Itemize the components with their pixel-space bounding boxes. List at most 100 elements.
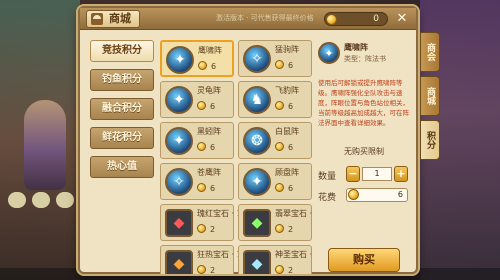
side-tabs: 商会 商城 积分 — [420, 32, 440, 164]
category-enthusiasm[interactable]: 热心值 — [90, 156, 154, 178]
item-price-value: 6 — [288, 184, 294, 193]
shop-item[interactable]: ◆ 翡翠宝石 · 1 2 — [238, 204, 312, 241]
item-name: 神圣宝石 · 1 — [275, 250, 312, 259]
item-price: 6 — [197, 101, 215, 111]
quantity-stepper: − 1 + — [346, 166, 408, 182]
tab-points[interactable]: 积分 — [420, 120, 440, 160]
quantity-input[interactable]: 1 — [362, 167, 392, 181]
chat-bubble-icon[interactable] — [56, 192, 74, 208]
item-grid: ✦ 鹰啸阵 6 ✧ 猛驹阵 6 ✦ 灵龟阵 6 ♞ 飞豹阵 6 ✦ 黑蚓阵 6 ❂ 白鼠阵 6 ✧ 苍鹰阵 6 ✦ 顾盘阵 6… — [160, 40, 312, 274]
tab-mall[interactable]: 商城 — [420, 76, 440, 116]
shop-item[interactable]: ✦ 灵龟阵 6 — [160, 81, 234, 118]
detail-item-name: 鹰啸阵 — [344, 43, 368, 52]
formation-book-icon: ✧ — [165, 168, 193, 196]
shop-icon — [91, 13, 103, 25]
gem-icon: ◆ — [243, 209, 271, 237]
shop-item[interactable]: ✧ 猛驹阵 6 — [238, 40, 312, 77]
item-name: 瑰红宝石 · 1 — [197, 209, 242, 218]
item-grid-container: ✦ 鹰啸阵 6 ✧ 猛驹阵 6 ✦ 灵龟阵 6 ♞ 飞豹阵 6 ✦ 黑蚓阵 6 ❂ 白鼠阵 6 ✧ 苍鹰阵 6 ✦ 顾盘阵 6… — [160, 40, 312, 274]
shop-item[interactable]: ◆ 神圣宝石 · 1 2 — [238, 245, 312, 274]
shop-item[interactable]: ◆ 瑰红宝石 · 1 2 — [160, 204, 242, 241]
item-name: 飞豹阵 — [275, 86, 299, 95]
item-price: 6 — [197, 142, 215, 152]
detail-item-type: 类型：阵法书 — [344, 55, 386, 63]
chat-bubbles — [8, 192, 74, 208]
item-name: 灵龟阵 — [197, 86, 221, 95]
gem-icon: ◆ — [165, 250, 193, 274]
shop-item[interactable]: ◆ 狂热宝石 · 1 2 — [160, 245, 242, 274]
item-name: 顾盘阵 — [275, 168, 299, 177]
item-price-value: 6 — [210, 184, 216, 193]
coin-icon — [275, 142, 284, 151]
coin-icon — [275, 60, 284, 69]
item-price-value: 6 — [210, 102, 216, 111]
detail-description: 使用后可解锁或提升鹰啸阵等级。鹰啸阵强化全队攻击与速度，阵眼位置与角色站位相关，… — [318, 79, 409, 127]
coin-icon — [198, 61, 207, 70]
coin-icon — [348, 189, 359, 200]
shop-item[interactable]: ✦ 黑蚓阵 6 — [160, 122, 234, 159]
player-character — [24, 100, 66, 190]
coin-icon — [197, 265, 206, 274]
formation-book-icon: ✦ — [166, 46, 194, 74]
chat-bubble-icon[interactable] — [8, 192, 26, 208]
quantity-minus-button[interactable]: − — [346, 166, 360, 182]
item-price-value: 6 — [288, 102, 294, 111]
coin-balance: 0 — [324, 12, 388, 26]
shop-item[interactable]: ❂ 白鼠阵 6 — [238, 122, 312, 159]
item-name: 鹰啸阵 — [198, 46, 222, 55]
item-price-value: 2 — [210, 266, 216, 274]
item-price: 2 — [197, 224, 215, 234]
item-price-value: 2 — [210, 225, 216, 234]
quantity-label: 数量 — [318, 172, 337, 182]
close-button[interactable]: ✕ — [394, 11, 410, 27]
coin-icon — [275, 224, 284, 233]
header-tip: 激活版本 · 可代售获得最终价格 — [216, 14, 314, 22]
tab-chamber-of-commerce[interactable]: 商会 — [420, 32, 440, 72]
purchase-limit: 无购买限制 — [344, 147, 384, 156]
coin-icon — [275, 101, 284, 110]
shop-item[interactable]: ✦ 鹰啸阵 6 — [160, 40, 234, 77]
coin-icon — [197, 224, 206, 233]
category-fishing-points[interactable]: 钓鱼积分 — [90, 69, 154, 91]
quantity-plus-button[interactable]: + — [394, 166, 408, 182]
coin-icon — [275, 265, 284, 274]
item-name: 翡翠宝石 · 1 — [275, 209, 312, 218]
coin-icon — [275, 183, 284, 192]
shop-header: 商城 激活版本 · 可代售获得最终价格 0 ✕ — [80, 8, 416, 30]
coin-icon — [197, 183, 206, 192]
coin-icon — [197, 101, 206, 110]
shop-item[interactable]: ✦ 顾盘阵 6 — [238, 163, 312, 200]
item-price: 6 — [198, 61, 216, 71]
item-name: 狂热宝石 · 1 — [197, 250, 242, 259]
formation-book-icon: ♞ — [243, 86, 271, 114]
category-list: 竞技积分 钓鱼积分 融合积分 鲜花积分 热心值 — [90, 40, 154, 185]
shop-item[interactable]: ✧ 苍鹰阵 6 — [160, 163, 234, 200]
coin-icon — [326, 14, 337, 25]
category-flower-points[interactable]: 鲜花积分 — [90, 127, 154, 149]
item-price: 2 — [275, 265, 293, 274]
category-arena-points[interactable]: 竞技积分 — [90, 40, 154, 62]
item-price: 6 — [275, 60, 293, 70]
chat-bubble-icon[interactable] — [32, 192, 50, 208]
coin-icon — [197, 142, 206, 151]
item-name: 白鼠阵 — [275, 127, 299, 136]
item-price-value: 6 — [211, 62, 217, 71]
category-fusion-points[interactable]: 融合积分 — [90, 98, 154, 120]
item-price-value: 6 — [210, 143, 216, 152]
coin-balance-value: 0 — [373, 14, 379, 24]
gem-icon: ◆ — [165, 209, 193, 237]
shop-title-text: 商城 — [109, 12, 131, 25]
item-name: 猛驹阵 — [275, 45, 299, 54]
formation-book-icon: ✧ — [243, 45, 271, 73]
cost-value: 6 — [397, 190, 403, 199]
item-price: 2 — [275, 224, 293, 234]
item-price: 6 — [197, 183, 215, 193]
buy-button[interactable]: 购买 — [328, 248, 400, 272]
item-detail-panel: ✦ 鹰啸阵 类型：阵法书 使用后可解锁或提升鹰啸阵等级。鹰啸阵强化全队攻击与速度… — [318, 38, 410, 274]
item-price-value: 2 — [288, 225, 294, 234]
formation-book-icon: ✦ — [318, 42, 340, 64]
item-price-value: 6 — [288, 143, 294, 152]
formation-book-icon: ✦ — [165, 127, 193, 155]
item-price: 2 — [197, 265, 215, 274]
shop-item[interactable]: ♞ 飞豹阵 6 — [238, 81, 312, 118]
